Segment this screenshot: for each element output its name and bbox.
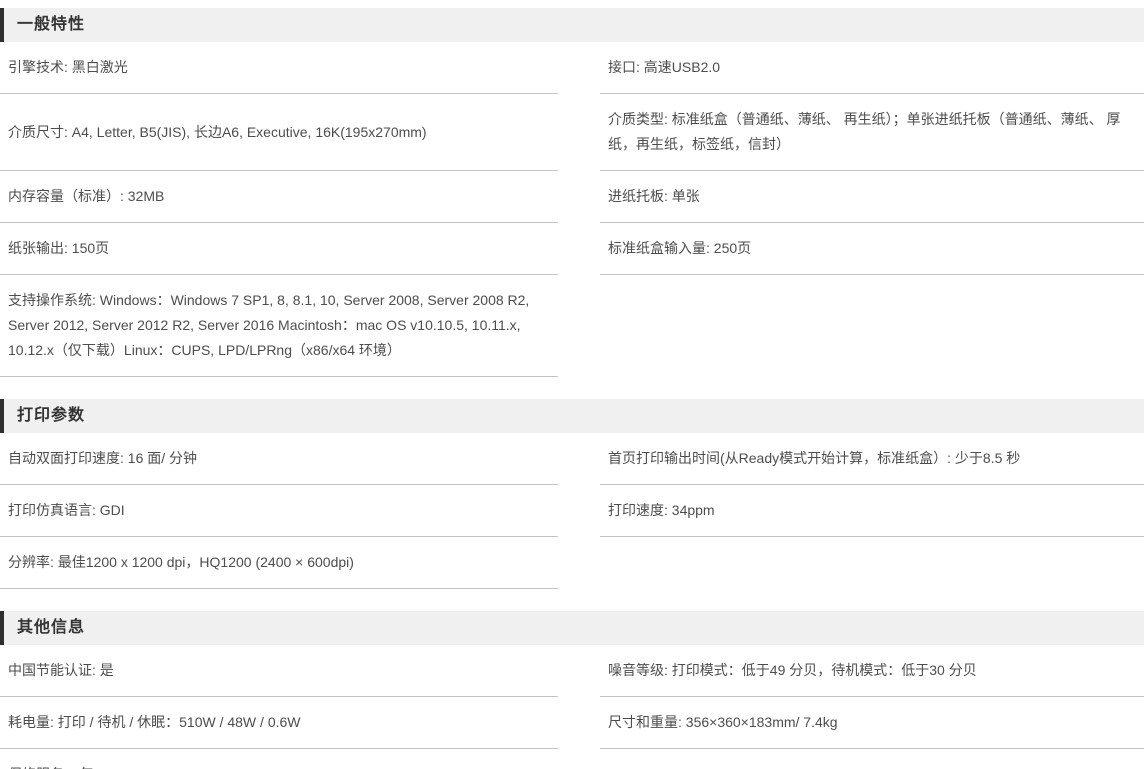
spec-page: 一般特性 引擎技术: 黑白激光 接口: 高速USB2.0 介质尺寸: A4, L… xyxy=(0,0,1144,769)
spec-row: 支持操作系统: Windows：Windows 7 SP1, 8, 8.1, 1… xyxy=(0,275,1144,377)
column-spacer xyxy=(558,485,600,537)
spec-cell-left: 自动双面打印速度: 16 面/ 分钟 xyxy=(0,433,558,485)
spec-cell-left: 引擎技术: 黑白激光 xyxy=(0,42,558,94)
spec-row: 耗电量: 打印 / 待机 / 休眠：510W / 48W / 0.6W 尺寸和重… xyxy=(0,697,1144,749)
spec-cell-left: 中国节能认证: 是 xyxy=(0,645,558,697)
section-header: 一般特性 xyxy=(0,8,1144,42)
spec-cell-left: 支持操作系统: Windows：Windows 7 SP1, 8, 8.1, 1… xyxy=(0,275,558,377)
spec-section: 打印参数 自动双面打印速度: 16 面/ 分钟 首页打印输出时间(从Ready模… xyxy=(0,399,1144,589)
column-spacer xyxy=(558,697,600,749)
spec-section: 一般特性 引擎技术: 黑白激光 接口: 高速USB2.0 介质尺寸: A4, L… xyxy=(0,8,1144,377)
section-header: 其他信息 xyxy=(0,611,1144,645)
spec-cell-left: 分辨率: 最佳1200 x 1200 dpi，HQ1200 (2400 × 60… xyxy=(0,537,558,589)
spec-sections: 一般特性 引擎技术: 黑白激光 接口: 高速USB2.0 介质尺寸: A4, L… xyxy=(0,8,1144,769)
spec-row: 自动双面打印速度: 16 面/ 分钟 首页打印输出时间(从Ready模式开始计算… xyxy=(0,433,1144,485)
column-spacer xyxy=(558,537,600,589)
spec-row: 纸张输出: 150页 标准纸盒输入量: 250页 xyxy=(0,223,1144,275)
spec-row: 引擎技术: 黑白激光 接口: 高速USB2.0 xyxy=(0,42,1144,94)
spec-row: 保修服务: 1年 xyxy=(0,749,1144,769)
spec-cell-left: 打印仿真语言: GDI xyxy=(0,485,558,537)
column-spacer xyxy=(558,275,600,377)
spec-cell-right: 标准纸盒输入量: 250页 xyxy=(600,223,1144,275)
column-spacer xyxy=(558,749,600,769)
section-title: 一般特性 xyxy=(17,16,85,33)
spec-row: 中国节能认证: 是 噪音等级: 打印模式：低于49 分贝，待机模式：低于30 分… xyxy=(0,645,1144,697)
column-spacer xyxy=(558,42,600,94)
spec-cell-right: 首页打印输出时间(从Ready模式开始计算，标准纸盒）: 少于8.5 秒 xyxy=(600,433,1144,485)
spec-cell-left: 保修服务: 1年 xyxy=(0,749,558,769)
spec-table: 中国节能认证: 是 噪音等级: 打印模式：低于49 分贝，待机模式：低于30 分… xyxy=(0,645,1144,769)
spec-cell-right xyxy=(600,749,1144,769)
spec-cell-right: 接口: 高速USB2.0 xyxy=(600,42,1144,94)
spec-cell-right: 噪音等级: 打印模式：低于49 分贝，待机模式：低于30 分贝 xyxy=(600,645,1144,697)
spec-cell-left: 纸张输出: 150页 xyxy=(0,223,558,275)
spec-cell-right: 介质类型: 标准纸盒（普通纸、薄纸、 再生纸）；单张进纸托板（普通纸、薄纸、 厚… xyxy=(600,94,1144,171)
spec-cell-right xyxy=(600,275,1144,377)
section-title: 其他信息 xyxy=(17,619,85,636)
spec-row: 内存容量（标准）: 32MB 进纸托板: 单张 xyxy=(0,171,1144,223)
spec-cell-right: 尺寸和重量: 356×360×183mm/ 7.4kg xyxy=(600,697,1144,749)
spec-cell-right: 打印速度: 34ppm xyxy=(600,485,1144,537)
column-spacer xyxy=(558,433,600,485)
section-header: 打印参数 xyxy=(0,399,1144,433)
section-title: 打印参数 xyxy=(17,407,85,424)
spec-cell-left: 内存容量（标准）: 32MB xyxy=(0,171,558,223)
spec-row: 介质尺寸: A4, Letter, B5(JIS), 长边A6, Executi… xyxy=(0,94,1144,171)
spec-cell-right: 进纸托板: 单张 xyxy=(600,171,1144,223)
column-spacer xyxy=(558,645,600,697)
spec-cell-left: 介质尺寸: A4, Letter, B5(JIS), 长边A6, Executi… xyxy=(0,94,558,171)
spec-cell-right xyxy=(600,537,1144,589)
spec-row: 分辨率: 最佳1200 x 1200 dpi，HQ1200 (2400 × 60… xyxy=(0,537,1144,589)
column-spacer xyxy=(558,171,600,223)
column-spacer xyxy=(558,223,600,275)
spec-row: 打印仿真语言: GDI 打印速度: 34ppm xyxy=(0,485,1144,537)
spec-section: 其他信息 中国节能认证: 是 噪音等级: 打印模式：低于49 分贝，待机模式：低… xyxy=(0,611,1144,769)
column-spacer xyxy=(558,94,600,171)
spec-table: 引擎技术: 黑白激光 接口: 高速USB2.0 介质尺寸: A4, Letter… xyxy=(0,42,1144,377)
spec-table: 自动双面打印速度: 16 面/ 分钟 首页打印输出时间(从Ready模式开始计算… xyxy=(0,433,1144,589)
spec-cell-left: 耗电量: 打印 / 待机 / 休眠：510W / 48W / 0.6W xyxy=(0,697,558,749)
